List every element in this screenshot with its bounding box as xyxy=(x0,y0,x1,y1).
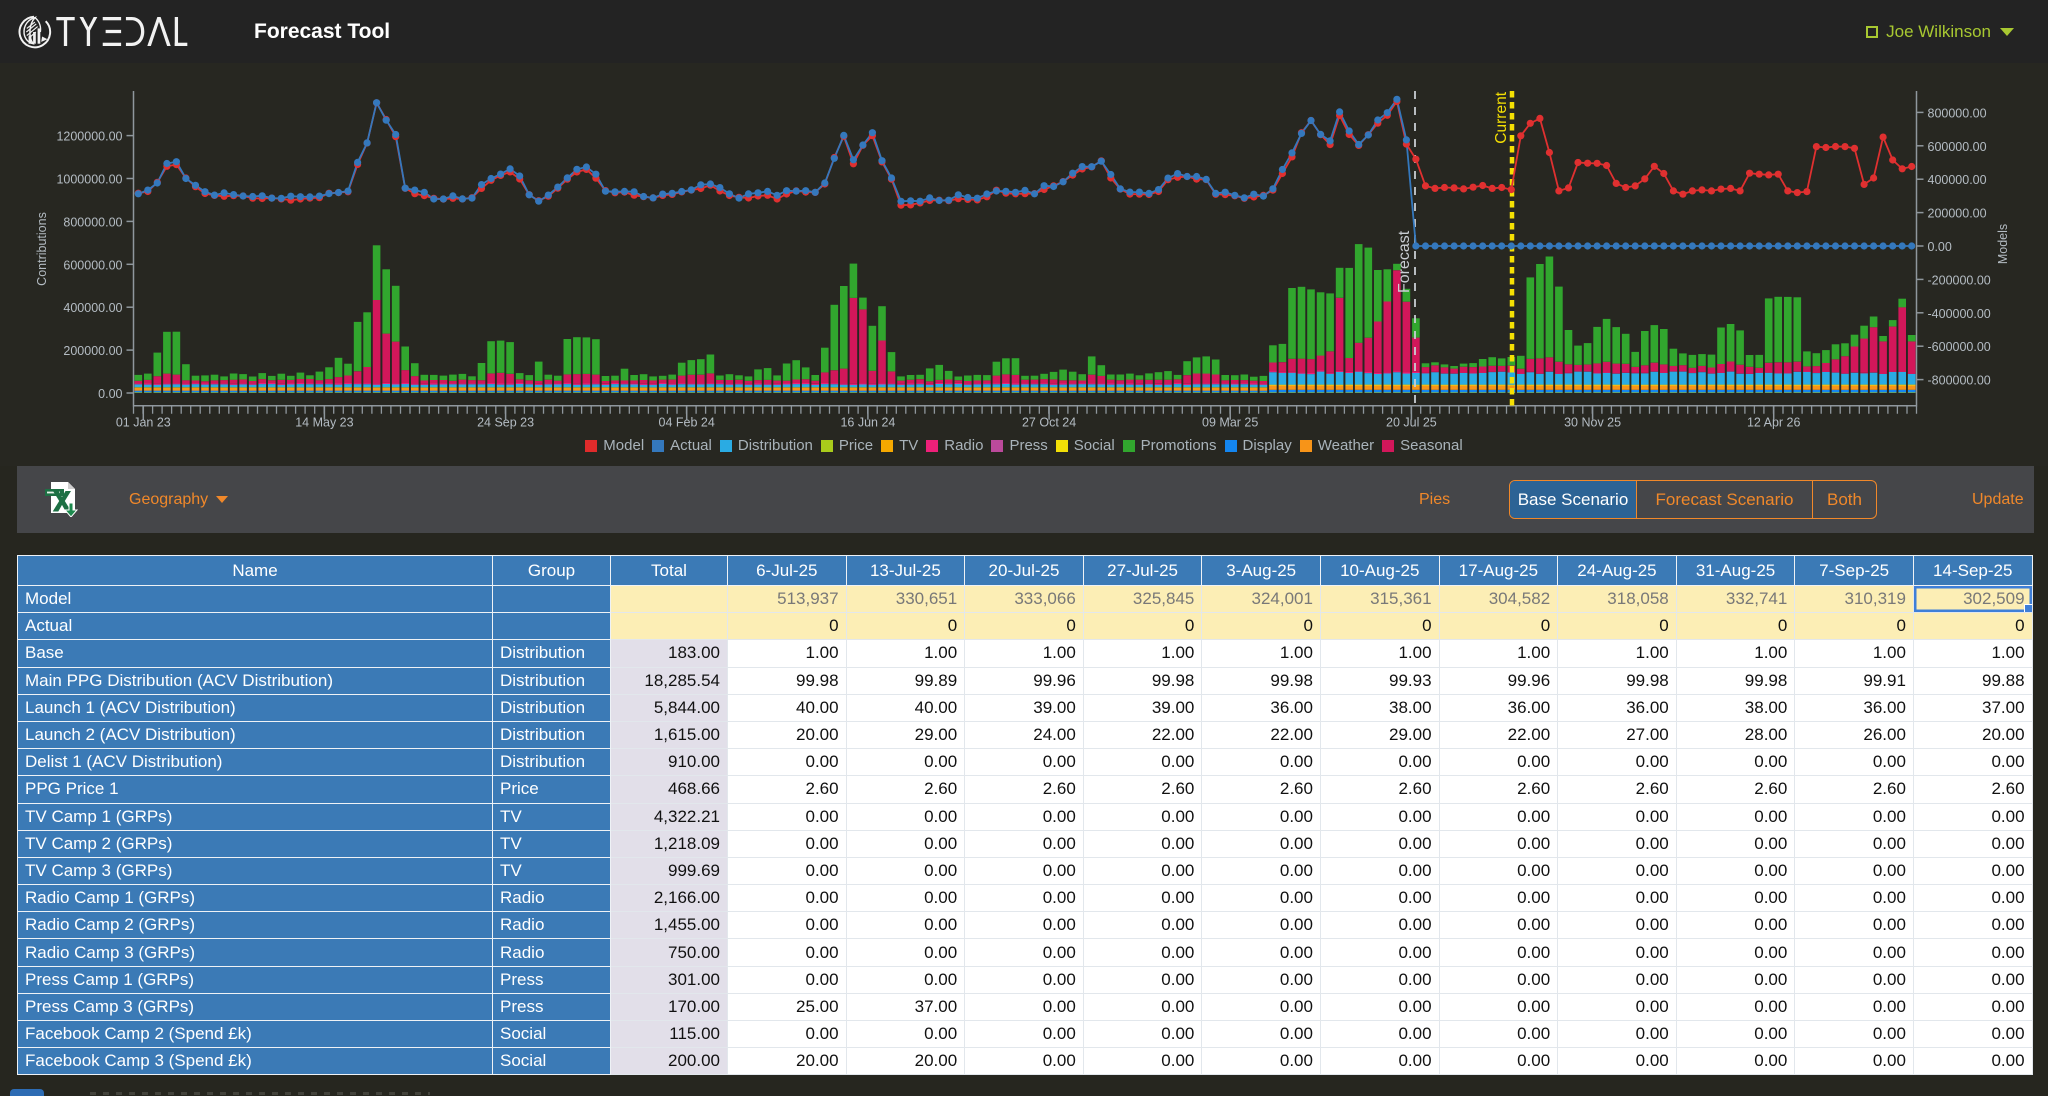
svg-text:800000.00: 800000.00 xyxy=(63,215,122,229)
svg-text:01 Jan 23: 01 Jan 23 xyxy=(116,416,171,430)
svg-text:200000.00: 200000.00 xyxy=(63,344,122,358)
svg-text:-800000.00: -800000.00 xyxy=(1928,374,1991,388)
svg-text:1000000.00: 1000000.00 xyxy=(56,173,122,187)
svg-text:0.00: 0.00 xyxy=(1928,240,1952,254)
svg-text:200000.00: 200000.00 xyxy=(1928,207,1987,221)
svg-text:-200000.00: -200000.00 xyxy=(1928,273,1991,287)
svg-text:04 Feb 24: 04 Feb 24 xyxy=(659,416,715,430)
svg-text:Forecast: Forecast xyxy=(1396,230,1413,293)
svg-text:Current: Current xyxy=(1493,91,1510,143)
svg-text:30 Nov 25: 30 Nov 25 xyxy=(1564,416,1621,430)
svg-text:14 May 23: 14 May 23 xyxy=(295,416,353,430)
svg-text:1200000.00: 1200000.00 xyxy=(56,130,122,144)
svg-text:0.00: 0.00 xyxy=(98,387,122,401)
svg-text:600000.00: 600000.00 xyxy=(1928,140,1987,154)
svg-text:27 Oct 24: 27 Oct 24 xyxy=(1022,416,1076,430)
svg-text:09 Mar 25: 09 Mar 25 xyxy=(1202,416,1258,430)
svg-text:24 Sep 23: 24 Sep 23 xyxy=(477,416,534,430)
svg-text:-600000.00: -600000.00 xyxy=(1928,340,1991,354)
svg-text:400000.00: 400000.00 xyxy=(1928,173,1987,187)
svg-text:400000.00: 400000.00 xyxy=(63,301,122,315)
svg-text:Models: Models xyxy=(1996,224,2010,264)
svg-text:16 Jun 24: 16 Jun 24 xyxy=(840,416,895,430)
svg-text:600000.00: 600000.00 xyxy=(63,258,122,272)
svg-text:20 Jul 25: 20 Jul 25 xyxy=(1386,416,1437,430)
svg-text:-400000.00: -400000.00 xyxy=(1928,307,1991,321)
svg-text:800000.00: 800000.00 xyxy=(1928,106,1987,120)
svg-text:Contributions: Contributions xyxy=(35,212,49,286)
svg-text:12 Apr 26: 12 Apr 26 xyxy=(1747,416,1801,430)
